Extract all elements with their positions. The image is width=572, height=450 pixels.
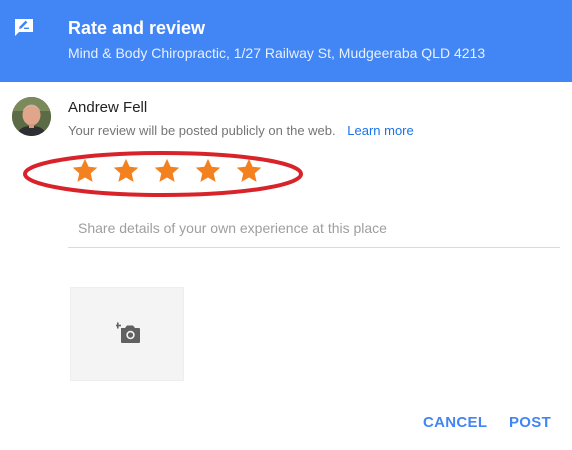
place-address: Mind & Body Chiropractic, 1/27 Railway S… <box>68 45 486 61</box>
star-2-icon[interactable] <box>105 151 146 191</box>
dialog-title: Rate and review <box>68 18 206 38</box>
review-text-input[interactable] <box>68 208 560 248</box>
star-rating <box>64 151 269 191</box>
star-1-icon[interactable] <box>64 151 105 191</box>
public-notice-text: Your review will be posted publicly on t… <box>68 123 336 138</box>
avatar <box>12 97 51 136</box>
star-4-icon[interactable] <box>187 151 228 191</box>
rate-review-icon <box>13 18 35 38</box>
add-photo-icon <box>115 321 142 345</box>
rate-review-dialog: Rate and review Mind & Body Chiropractic… <box>0 0 572 450</box>
dialog-header: Rate and review Mind & Body Chiropractic… <box>0 0 572 82</box>
user-name: Andrew Fell <box>68 99 148 116</box>
post-button[interactable]: POST <box>509 414 551 432</box>
cancel-button[interactable]: CANCEL <box>423 414 487 432</box>
star-3-icon[interactable] <box>146 151 187 191</box>
add-photo-button[interactable] <box>70 287 184 381</box>
public-notice: Your review will be posted publicly on t… <box>68 123 414 139</box>
learn-more-link[interactable]: Learn more <box>347 123 413 138</box>
star-5-icon[interactable] <box>228 151 269 191</box>
